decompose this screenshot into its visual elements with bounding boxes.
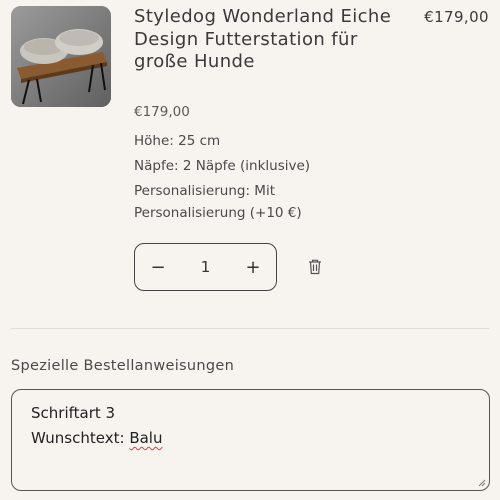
- order-note-label: Spezielle Bestellanweisungen: [11, 358, 235, 374]
- increase-quantity-button[interactable]: +: [230, 244, 276, 290]
- product-title[interactable]: Styledog Wonderland Eiche Design Futters…: [134, 6, 404, 74]
- trash-icon: [309, 259, 321, 275]
- remove-item-button[interactable]: [306, 257, 324, 277]
- resize-grip-icon[interactable]: [478, 479, 486, 487]
- quantity-stepper: − 1 +: [134, 243, 277, 291]
- note-line-text: Wunschtext: Balu: [31, 426, 470, 451]
- option-personalization: Personalisierung: Mit Personalisierung (…: [134, 183, 302, 221]
- decrease-quantity-button[interactable]: −: [135, 244, 181, 290]
- option-height: Höhe: 25 cm: [134, 133, 221, 149]
- order-note-textarea[interactable]: Schriftart 3 Wunschtext: Balu: [11, 389, 490, 491]
- quantity-input[interactable]: 1: [181, 258, 230, 276]
- spellcheck-word: Balu: [129, 429, 163, 447]
- note-line-font: Schriftart 3: [31, 404, 116, 422]
- note-text-prefix: Wunschtext:: [31, 429, 130, 447]
- product-image[interactable]: [11, 6, 111, 107]
- option-bowls: Näpfe: 2 Näpfe (inklusive): [134, 158, 311, 174]
- divider: [11, 328, 489, 329]
- line-total-price: €179,00: [424, 8, 489, 26]
- unit-price: €179,00: [134, 104, 190, 120]
- dog-feeder-image: [11, 6, 111, 107]
